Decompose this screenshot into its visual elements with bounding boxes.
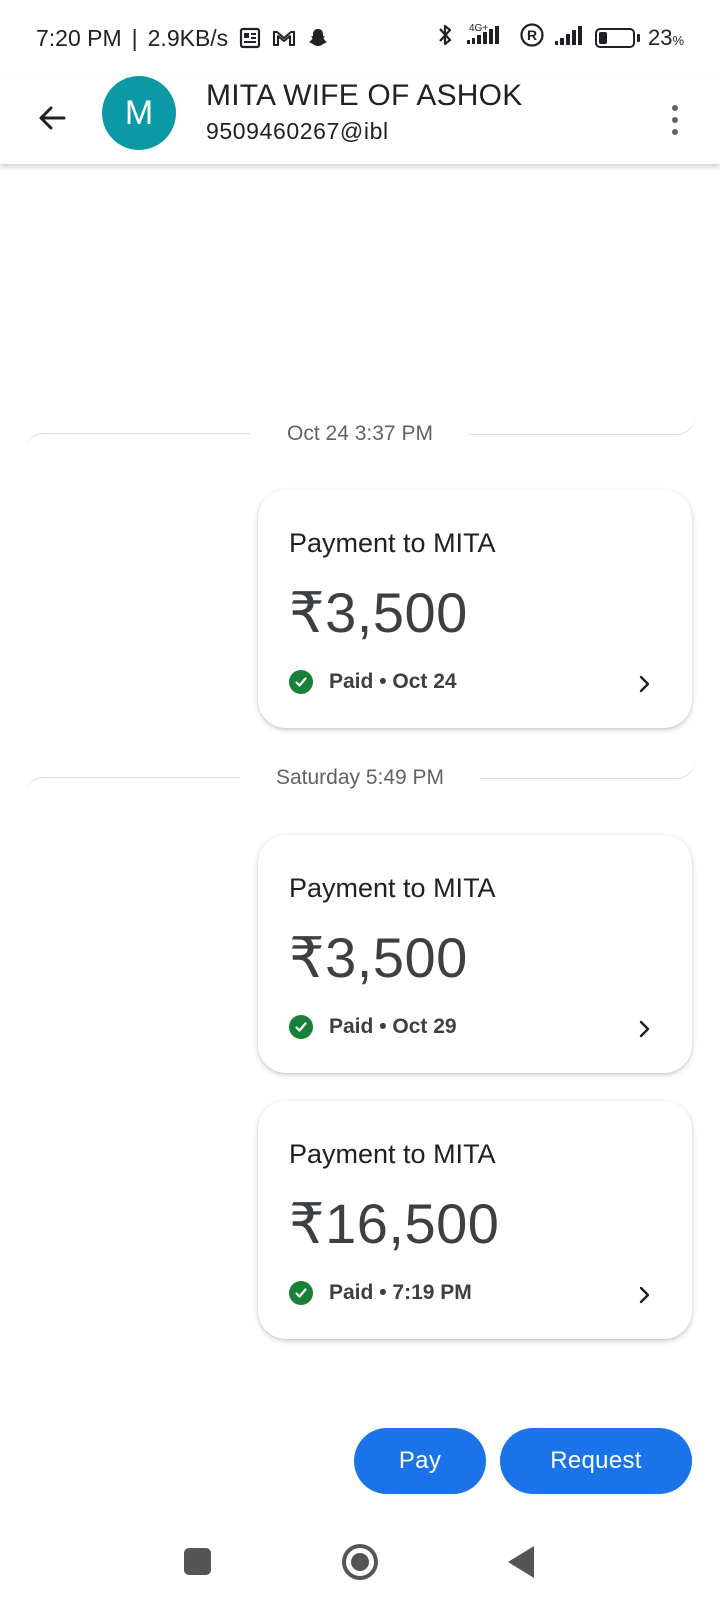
payment-status: Paid • Oct 29: [289, 1015, 457, 1039]
bluetooth-icon: [435, 23, 455, 53]
chevron-right-icon[interactable]: [632, 1283, 656, 1307]
arrow-back-icon: [39, 106, 66, 130]
signal-4g-icon: 4G+: [463, 21, 511, 55]
more-options-button[interactable]: [650, 90, 700, 150]
status-text: Paid: [329, 1281, 374, 1304]
check-circle-icon: [289, 670, 313, 694]
date-label: Oct 24 3:37 PM: [287, 422, 433, 445]
avatar[interactable]: M: [102, 76, 176, 150]
snapchat-icon: [306, 26, 330, 50]
divider: [480, 759, 696, 779]
svg-text:R: R: [527, 27, 537, 43]
chevron-right-icon[interactable]: [632, 1017, 656, 1041]
status-time: 7:20 PM: [36, 24, 122, 51]
battery-icon: [594, 28, 640, 48]
payment-date: 7:19 PM: [392, 1281, 472, 1304]
status-bar-right: 4G+ R 23%: [435, 21, 684, 55]
payment-status: Paid • 7:19 PM: [289, 1281, 472, 1305]
payment-card[interactable]: Payment to MITA ₹3,500 Paid • Oct 24: [258, 490, 692, 728]
check-circle-icon: [289, 1015, 313, 1039]
check-circle-icon: [289, 1281, 313, 1305]
status-text: Paid: [329, 670, 374, 693]
payment-status: Paid • Oct 24: [289, 670, 457, 694]
status-dot: •: [379, 1015, 387, 1038]
divider: [24, 433, 252, 453]
net-speed: 2.9KB/s: [147, 24, 229, 51]
date-separator: Oct 24 3:37 PM: [24, 414, 696, 454]
date-separator: Saturday 5:49 PM: [24, 758, 696, 798]
roaming-r-icon: R: [519, 22, 545, 54]
payment-date: Oct 24: [392, 670, 457, 693]
news-icon: [238, 26, 262, 50]
status-bar-left: 7:20 PM | 2.9KB/s: [36, 25, 330, 52]
divider: [24, 777, 240, 797]
signal-icon: [553, 23, 587, 53]
back-button[interactable]: [30, 96, 74, 140]
battery-percent: 23%: [647, 25, 684, 50]
app-header: M MITA WIFE OF ASHOK 9509460267@ibl: [0, 76, 720, 164]
back-triangle-icon[interactable]: [508, 1546, 534, 1578]
status-separator: |: [131, 24, 138, 51]
payment-title: Payment to MITA: [289, 873, 496, 903]
contact-name: MITA WIFE OF ASHOK: [206, 79, 523, 112]
pay-button[interactable]: Pay: [354, 1428, 486, 1494]
payment-amount: ₹16,500: [289, 1192, 500, 1255]
status-dot: •: [379, 670, 387, 693]
status-dot: •: [379, 1281, 387, 1304]
status-text: Paid: [329, 1015, 374, 1038]
home-circle-icon[interactable]: [342, 1544, 378, 1580]
recents-square-icon[interactable]: [184, 1548, 211, 1575]
payment-card[interactable]: Payment to MITA ₹16,500 Paid • 7:19 PM: [258, 1101, 692, 1339]
gmail-icon: [272, 26, 296, 50]
payment-title: Payment to MITA: [289, 1139, 496, 1169]
contact-upi-id: 9509460267@ibl: [206, 118, 389, 144]
payment-amount: ₹3,500: [289, 581, 468, 644]
divider: [468, 415, 696, 435]
phone-screen: 7:20 PM | 2.9KB/s 4G+ R 23% M MITA WIFE …: [0, 0, 720, 1600]
payment-title: Payment to MITA: [289, 528, 496, 558]
avatar-letter: M: [124, 93, 154, 132]
request-button[interactable]: Request: [500, 1428, 692, 1494]
system-nav-bar: [0, 1518, 720, 1600]
payment-date: Oct 29: [392, 1015, 457, 1038]
more-vert-icon: [672, 105, 678, 135]
payment-amount: ₹3,500: [289, 926, 468, 989]
status-bar: 7:20 PM | 2.9KB/s 4G+ R 23%: [0, 0, 720, 76]
payment-card[interactable]: Payment to MITA ₹3,500 Paid • Oct 29: [258, 835, 692, 1073]
chevron-right-icon[interactable]: [632, 672, 656, 696]
date-label: Saturday 5:49 PM: [275, 766, 445, 789]
